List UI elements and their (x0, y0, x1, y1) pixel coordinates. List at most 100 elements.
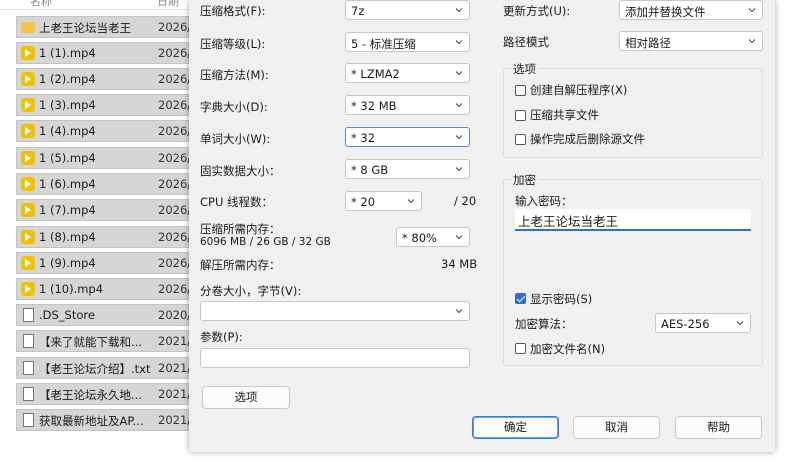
parameters-input[interactable] (200, 348, 470, 368)
document-icon (23, 361, 34, 375)
document-icon (23, 308, 34, 322)
video-icon (21, 124, 35, 138)
video-icon (21, 72, 35, 86)
cpu-threads-select[interactable]: * 20 (345, 191, 422, 211)
decompress-memory-label: 解压所需内存： (200, 258, 281, 272)
video-icon (21, 203, 35, 217)
file-row[interactable]: 获取最新地址及AP... 2021/ (16, 409, 200, 431)
path-mode-value: 相对路径 (625, 36, 671, 50)
memory-usage-select[interactable]: * 80% (396, 227, 470, 247)
word-size-label: 单词大小(W): (200, 132, 271, 146)
file-name: 上老王论坛当老王 (39, 21, 131, 35)
file-row[interactable]: 1 (3).mp4 2026/ (16, 94, 200, 116)
document-icon (23, 334, 34, 348)
cpu-threads-value: * 20 (351, 195, 376, 209)
file-name: 1 (3).mp4 (39, 98, 96, 112)
cancel-button[interactable]: 取消 (573, 416, 660, 439)
file-row[interactable]: 1 (10).mp4 2026/ (16, 278, 200, 300)
solid-block-value: * 8 GB (351, 163, 389, 177)
chevron-down-icon (736, 321, 744, 326)
encryption-group-title: 加密 (511, 172, 538, 188)
file-name: 【老王论坛介绍】.txt (39, 362, 151, 376)
file-date: 2026/ (158, 98, 192, 112)
file-row[interactable]: 【来了就能下载和... 2021/ (16, 330, 200, 352)
file-row[interactable]: 1 (5).mp4 2026/ (16, 147, 200, 169)
encryption-method-select[interactable]: AES-256 (655, 313, 751, 333)
chevron-down-icon (455, 8, 463, 13)
file-name: 1 (7).mp4 (39, 203, 96, 217)
document-icon (23, 413, 34, 427)
file-row[interactable]: 1 (4).mp4 2026/ (16, 120, 200, 142)
file-name: 1 (9).mp4 (39, 256, 96, 270)
options-button[interactable]: 选项 (202, 386, 290, 409)
cpu-threads-max: / 20 (454, 194, 477, 208)
decompress-memory-value: 34 MB (441, 257, 478, 271)
path-mode-label: 路径模式 (503, 35, 549, 49)
sfx-checkbox[interactable] (515, 85, 526, 96)
file-list-header: 名称 日期 (0, 0, 200, 10)
file-date: 2026/ (158, 282, 192, 296)
compress-memory-label: 压缩所需内存： (200, 222, 281, 236)
chevron-down-icon (455, 135, 463, 140)
video-icon (21, 46, 35, 60)
chevron-down-icon (455, 167, 463, 172)
document-icon (23, 387, 34, 401)
split-volume-combobox[interactable] (200, 301, 470, 321)
dictionary-select[interactable]: * 32 MB (345, 95, 470, 115)
help-button[interactable]: 帮助 (675, 416, 762, 439)
date-column-header[interactable]: 日期 (157, 0, 179, 9)
file-row[interactable]: .DS_Store 2020/ (16, 304, 200, 326)
file-list: 名称 日期 上老王论坛当老王 2026/1 (1).mp4 2026/1 (2).m… (0, 0, 200, 468)
file-row[interactable]: 1 (9).mp4 2026/ (16, 252, 200, 274)
file-row[interactable]: 1 (6).mp4 2026/ (16, 173, 200, 195)
encrypt-names-label[interactable]: 加密文件名(N) (530, 341, 605, 357)
sfx-label[interactable]: 创建自解压程序(X) (530, 82, 627, 98)
file-row[interactable]: 1 (2).mp4 2026/ (16, 68, 200, 90)
file-row[interactable]: 1 (7).mp4 2026/ (16, 199, 200, 221)
file-row[interactable]: 【老王论坛永久地... 2021/ (16, 383, 200, 405)
show-password-label[interactable]: 显示密码(S) (530, 291, 592, 307)
file-date: 2020/ (158, 308, 192, 322)
video-icon (21, 230, 35, 244)
file-date: 2021/ (158, 387, 192, 401)
shared-files-label[interactable]: 压缩共享文件 (530, 107, 599, 123)
file-date: 2021/ (158, 361, 192, 375)
chevron-down-icon (748, 39, 756, 44)
delete-after-checkbox[interactable] (515, 134, 526, 145)
file-date: 2026/ (158, 230, 192, 244)
word-size-select[interactable]: * 32 (345, 127, 470, 147)
file-name: 1 (2).mp4 (39, 72, 96, 86)
name-column-header[interactable]: 名称 (30, 0, 52, 9)
shared-files-checkbox[interactable] (515, 110, 526, 121)
password-label: 输入密码： (515, 194, 573, 208)
file-date: 2026/ (158, 124, 192, 138)
split-volume-label: 分卷大小，字节(V): (200, 284, 302, 298)
update-mode-select[interactable]: 添加并替换文件 (619, 0, 763, 20)
format-label: 压缩格式(F): (200, 4, 266, 18)
ok-button[interactable]: 确定 (472, 416, 559, 439)
video-icon (21, 98, 35, 112)
method-select[interactable]: * LZMA2 (345, 63, 470, 83)
chevron-down-icon (455, 235, 463, 240)
password-value: 上老王论坛当老王 (518, 214, 619, 229)
file-date: 2026/ (158, 203, 192, 217)
password-input[interactable]: 上老王论坛当老王 (515, 209, 751, 231)
file-date: 2026/ (158, 177, 192, 191)
file-row[interactable]: 上老王论坛当老王 2026/ (16, 16, 200, 38)
format-select[interactable]: 7z (345, 0, 470, 20)
memory-usage-value: * 80% (402, 231, 437, 245)
solid-block-select[interactable]: * 8 GB (345, 159, 470, 179)
file-row[interactable]: 1 (8).mp4 2026/ (16, 226, 200, 248)
level-select[interactable]: 5 - 标准压缩 (345, 32, 470, 52)
show-password-checkbox[interactable] (515, 293, 526, 304)
file-name: .DS_Store (39, 308, 95, 322)
format-value: 7z (351, 4, 365, 18)
path-mode-select[interactable]: 相对路径 (619, 31, 763, 51)
file-name: 1 (8).mp4 (39, 230, 96, 244)
folder-icon (21, 22, 35, 33)
encrypt-names-checkbox[interactable] (515, 343, 526, 354)
file-row[interactable]: 1 (1).mp4 2026/ (16, 42, 200, 64)
file-date: 2026/ (158, 256, 192, 270)
delete-after-label[interactable]: 操作完成后删除源文件 (530, 131, 645, 147)
file-row[interactable]: 【老王论坛介绍】.txt 2021/ (16, 357, 200, 379)
